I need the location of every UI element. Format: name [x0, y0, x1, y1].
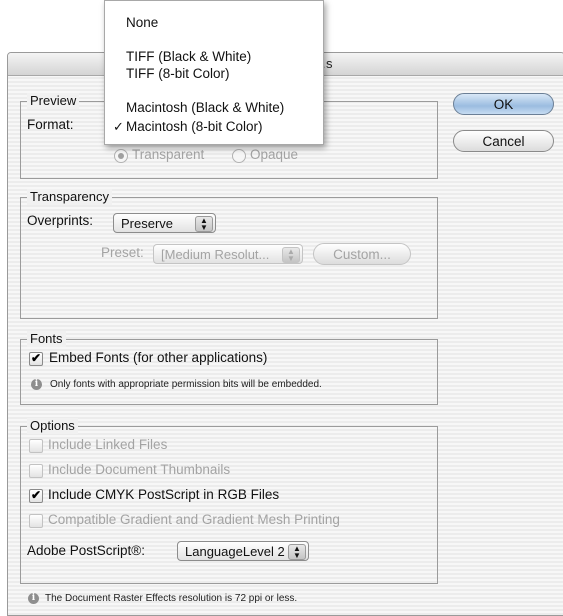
- transparent-label: Transparent: [132, 147, 205, 162]
- include-thumbnails-label: Include Document Thumbnails: [48, 462, 231, 477]
- format-popup-menu: None TIFF (Black & White) TIFF (8-bit Co…: [104, 0, 324, 145]
- fonts-note: Only fonts with appropriate permission b…: [50, 379, 322, 390]
- menu-item-label: TIFF (8-bit Color): [126, 66, 230, 81]
- popup-arrows-icon: ▲ ▼: [288, 544, 306, 560]
- include-linked-files-checkbox[interactable]: [29, 439, 43, 453]
- compatible-gradient-label: Compatible Gradient and Gradient Mesh Pr…: [48, 512, 340, 527]
- footer-note: The Document Raster Effects resolution i…: [45, 593, 298, 604]
- cancel-button[interactable]: Cancel: [453, 130, 554, 152]
- menu-item-mac-bw[interactable]: Macintosh (Black & White): [105, 99, 323, 116]
- options-group: Options Include Linked Files Include Doc…: [20, 418, 438, 584]
- fonts-legend: Fonts: [27, 331, 66, 347]
- embed-fonts-checkbox[interactable]: ✔: [29, 352, 43, 366]
- opaque-label: Opaque: [250, 147, 299, 162]
- include-thumbnails-checkbox[interactable]: [29, 464, 43, 478]
- format-label: Format:: [27, 117, 74, 132]
- menu-item-mac-8bit[interactable]: ✓ Macintosh (8-bit Color): [105, 118, 323, 135]
- menu-item-label: Macintosh (Black & White): [126, 100, 285, 115]
- transparency-legend: Transparency: [27, 189, 112, 205]
- include-cmyk-checkbox[interactable]: ✔: [29, 489, 43, 503]
- embed-fonts-label: Embed Fonts (for other applications): [49, 350, 268, 365]
- opaque-radio[interactable]: [232, 149, 246, 163]
- menu-item-tiff-bw[interactable]: TIFF (Black & White): [105, 48, 323, 65]
- compatible-gradient-checkbox[interactable]: [29, 514, 43, 528]
- overprints-popup[interactable]: Preserve ▲ ▼: [113, 213, 216, 233]
- menu-item-tiff-8bit[interactable]: TIFF (8-bit Color): [105, 65, 323, 82]
- preset-value: [Medium Resolut...: [161, 247, 270, 262]
- overprints-label: Overprints:: [27, 213, 94, 228]
- postscript-label: Adobe PostScript®:: [27, 543, 146, 558]
- preset-popup[interactable]: [Medium Resolut... ▲ ▼: [153, 244, 303, 264]
- overprints-value: Preserve: [121, 216, 174, 231]
- transparent-radio[interactable]: [114, 149, 128, 163]
- info-icon: i: [31, 379, 42, 390]
- options-legend: Options: [27, 418, 78, 434]
- checkmark-icon: ✓: [113, 119, 124, 134]
- radio-dot: [118, 153, 124, 159]
- custom-button[interactable]: Custom...: [313, 243, 411, 265]
- menu-item-label: None: [126, 15, 159, 30]
- include-cmyk-label: Include CMYK PostScript in RGB Files: [48, 487, 280, 502]
- popup-arrows-icon: ▲ ▼: [282, 247, 300, 263]
- fonts-group: Fonts ✔ Embed Fonts (for other applicati…: [20, 331, 438, 405]
- postscript-popup[interactable]: LanguageLevel 2 ▲ ▼: [177, 541, 309, 561]
- menu-item-label: Macintosh (8-bit Color): [126, 119, 263, 134]
- popup-arrows-icon: ▲ ▼: [195, 216, 213, 232]
- ok-button[interactable]: OK: [453, 93, 554, 115]
- transparency-group: Transparency Overprints: Preserve ▲ ▼ Pre…: [20, 189, 438, 319]
- info-icon: i: [28, 593, 39, 604]
- preset-label: Preset:: [101, 245, 144, 260]
- preview-legend: Preview: [27, 93, 80, 109]
- menu-item-none[interactable]: None: [105, 14, 323, 31]
- include-linked-files-label: Include Linked Files: [48, 437, 168, 452]
- menu-item-label: TIFF (Black & White): [126, 49, 252, 64]
- postscript-value: LanguageLevel 2: [185, 544, 285, 559]
